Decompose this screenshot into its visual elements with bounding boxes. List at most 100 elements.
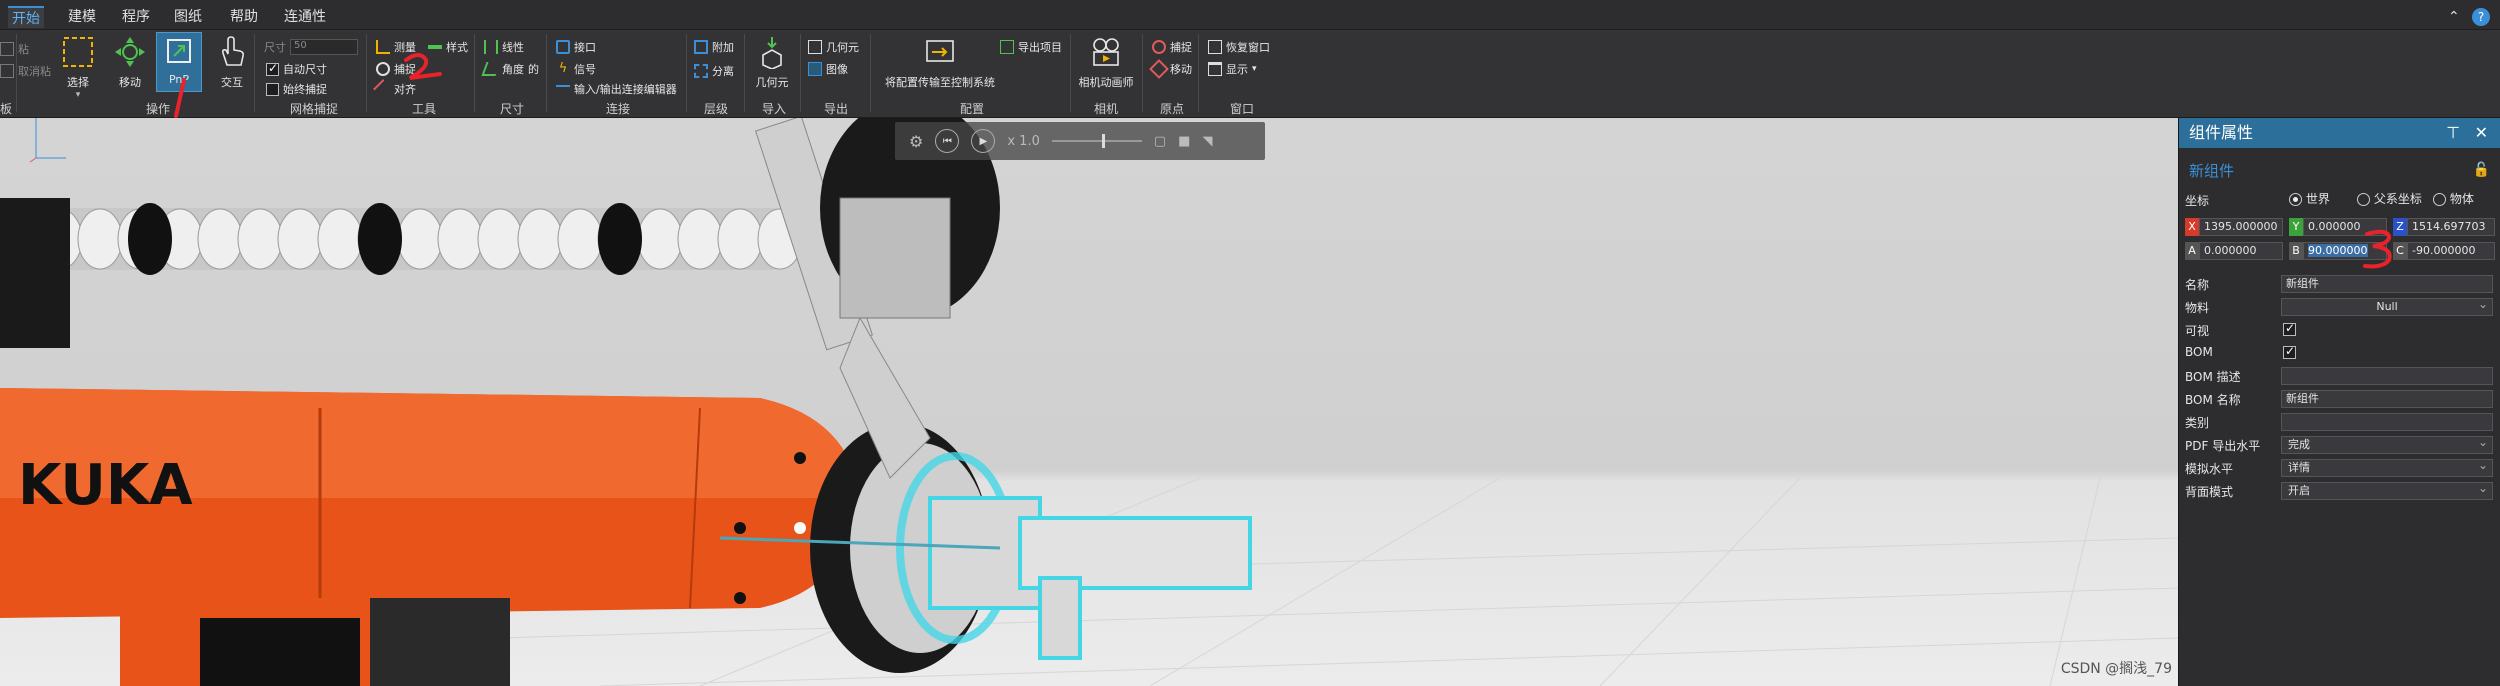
auto-size-label: 自动尺寸 bbox=[283, 63, 327, 76]
origin-snap-label: 捕捉 bbox=[1170, 41, 1192, 54]
camera-animator-button[interactable]: 相机动画师 bbox=[1078, 34, 1134, 90]
detach-button[interactable]: 分离 bbox=[694, 62, 734, 80]
property-checkbox[interactable] bbox=[2283, 344, 2296, 359]
export-project-label: 导出项目 bbox=[1018, 41, 1062, 54]
paste-button[interactable]: 粘 bbox=[0, 40, 29, 58]
rewind-button[interactable]: ⏮ bbox=[935, 129, 960, 153]
pdf-icon[interactable]: ▢ bbox=[1154, 134, 1166, 149]
always-snap-checkbox[interactable]: 始终捕捉 bbox=[266, 80, 327, 98]
tab-start[interactable]: 开始 bbox=[8, 6, 44, 28]
property-checkbox[interactable] bbox=[2283, 321, 2296, 336]
grid-size-field: 尺寸 50 bbox=[264, 38, 358, 56]
pnp-icon bbox=[161, 33, 197, 69]
coord-parent-radio[interactable]: 父系坐标 bbox=[2357, 190, 2422, 207]
window-controls: ⌃ ? bbox=[2448, 8, 2490, 26]
coord-world-radio[interactable]: 世界 bbox=[2289, 190, 2330, 207]
coord-object-radio[interactable]: 物体 bbox=[2433, 190, 2474, 207]
interface-button[interactable]: 接口 bbox=[556, 38, 596, 56]
tab-connectivity[interactable]: 连通性 bbox=[280, 6, 330, 28]
radius-dim-label[interactable]: 的 bbox=[528, 61, 539, 77]
export-geometry-button[interactable]: 几何元 bbox=[808, 38, 859, 56]
annotation-number-2 bbox=[404, 53, 442, 80]
coord-parent-label: 父系坐标 bbox=[2373, 192, 2422, 206]
position-x-input[interactable]: 1395.000000 bbox=[2199, 218, 2283, 236]
3d-viewport[interactable]: KUKA ⚙ ⏮ ▶ x 1.0 ▢ ■ ◥ CSDN @搁浅_79 bbox=[0, 118, 2178, 686]
interact-button[interactable]: 交互 bbox=[214, 34, 250, 90]
move-button[interactable]: 移动 bbox=[112, 34, 148, 90]
interface-icon bbox=[556, 40, 570, 54]
attach-button[interactable]: 附加 bbox=[694, 38, 734, 56]
signal-button[interactable]: ϟ 信号 bbox=[556, 60, 596, 78]
property-select[interactable]: 详情 bbox=[2281, 457, 2493, 477]
b-axis-tag: B bbox=[2289, 242, 2303, 260]
a-axis-tag: A bbox=[2185, 242, 2199, 260]
wifi-icon[interactable]: ◥ bbox=[1202, 134, 1212, 149]
property-label: 类别 bbox=[2185, 416, 2210, 430]
unpaste-button[interactable]: 取消粘 bbox=[0, 62, 51, 80]
angle-dim-button[interactable]: 角度的 bbox=[481, 60, 539, 78]
upload-config-button[interactable]: 将配置传输至控制系统 bbox=[880, 34, 1000, 90]
property-select[interactable]: 开启 bbox=[2281, 480, 2493, 500]
position-z-input[interactable]: 1514.697703 bbox=[2407, 218, 2495, 236]
help-icon[interactable]: ? bbox=[2472, 8, 2490, 26]
linear-dim-button[interactable]: 线性 bbox=[484, 38, 524, 56]
rotation-a-input[interactable]: 0.000000 bbox=[2199, 242, 2283, 260]
grid-size-input[interactable]: 50 bbox=[290, 39, 358, 55]
origin-move-label: 移动 bbox=[1170, 63, 1192, 76]
property-select[interactable]: 完成 bbox=[2281, 434, 2493, 454]
origin-move-button[interactable]: 移动 bbox=[1149, 59, 1192, 79]
video-camera-icon[interactable]: ■ bbox=[1178, 134, 1190, 149]
select-button[interactable]: 选择 ▾ bbox=[60, 34, 96, 100]
restore-window-button[interactable]: 恢复窗口 bbox=[1208, 38, 1270, 56]
import-geometry-button[interactable]: 几何元 bbox=[754, 34, 790, 90]
export-project-button[interactable]: 导出项目 bbox=[1000, 38, 1062, 56]
menu-bar: 开始 建模 程序 图纸 帮助 连通性 ⌃ ? bbox=[0, 0, 2500, 30]
group-camera-label: 相机 bbox=[1094, 102, 1119, 116]
panel-title: 组件属性 bbox=[2189, 123, 2254, 142]
show-dropdown-icon[interactable]: ▾ bbox=[1252, 64, 1257, 74]
tab-drawing[interactable]: 图纸 bbox=[170, 6, 206, 28]
group-dimension-label: 尺寸 bbox=[500, 102, 525, 116]
film-icon bbox=[1088, 34, 1124, 70]
watermark: CSDN @搁浅_79 bbox=[2060, 661, 2172, 677]
speed-slider[interactable] bbox=[1051, 134, 1142, 148]
origin-snap-button[interactable]: 捕捉 bbox=[1152, 38, 1192, 56]
scene-render: KUKA bbox=[0, 118, 2178, 686]
property-input[interactable]: 新组件 bbox=[2281, 390, 2493, 408]
export-image-button[interactable]: 图像 bbox=[808, 60, 848, 78]
x-axis-tag: X bbox=[2185, 218, 2199, 236]
play-button[interactable]: ▶ bbox=[971, 129, 996, 153]
property-input[interactable] bbox=[2281, 413, 2493, 431]
separator bbox=[1070, 34, 1071, 112]
pin-icon[interactable]: ⊤ bbox=[2446, 118, 2460, 148]
tab-modeling[interactable]: 建模 bbox=[64, 6, 100, 28]
settings-gear-icon[interactable]: ⚙ bbox=[909, 132, 923, 151]
coord-label: 坐标 bbox=[2185, 194, 2210, 208]
collapse-ribbon-icon[interactable]: ⌃ bbox=[2448, 10, 2462, 24]
show-button[interactable]: 显示 ▾ bbox=[1208, 60, 1257, 78]
import-geometry-label: 几何元 bbox=[755, 76, 789, 89]
separator bbox=[744, 34, 745, 112]
style-label: 样式 bbox=[446, 41, 468, 54]
radio-object-icon bbox=[2433, 193, 2446, 206]
tab-program[interactable]: 程序 bbox=[118, 6, 154, 28]
auto-size-checkbox[interactable]: 自动尺寸 bbox=[266, 60, 327, 78]
export-project-icon bbox=[1000, 40, 1014, 54]
rotation-c-input[interactable]: -90.000000 bbox=[2407, 242, 2495, 260]
select-dropdown-icon[interactable]: ▾ bbox=[76, 90, 81, 100]
tab-help[interactable]: 帮助 bbox=[226, 6, 262, 28]
close-icon[interactable]: ✕ bbox=[2475, 118, 2488, 148]
select-icon bbox=[60, 34, 96, 70]
io-editor-button[interactable]: 输入/输出连接编辑器 bbox=[556, 80, 677, 98]
export-geometry-label: 几何元 bbox=[826, 41, 859, 54]
group-origin-label: 原点 bbox=[1160, 102, 1185, 116]
property-select[interactable]: Null bbox=[2281, 296, 2493, 316]
annotation-stroke-1 bbox=[174, 78, 186, 118]
unlock-icon[interactable]: 🔓 bbox=[2473, 162, 2490, 178]
move-icon bbox=[112, 34, 148, 70]
property-input[interactable] bbox=[2281, 367, 2493, 385]
property-input[interactable]: 新组件 bbox=[2281, 275, 2493, 293]
upload-config-icon bbox=[922, 34, 958, 70]
radio-parent-icon bbox=[2357, 193, 2370, 206]
restore-window-label: 恢复窗口 bbox=[1226, 41, 1270, 54]
